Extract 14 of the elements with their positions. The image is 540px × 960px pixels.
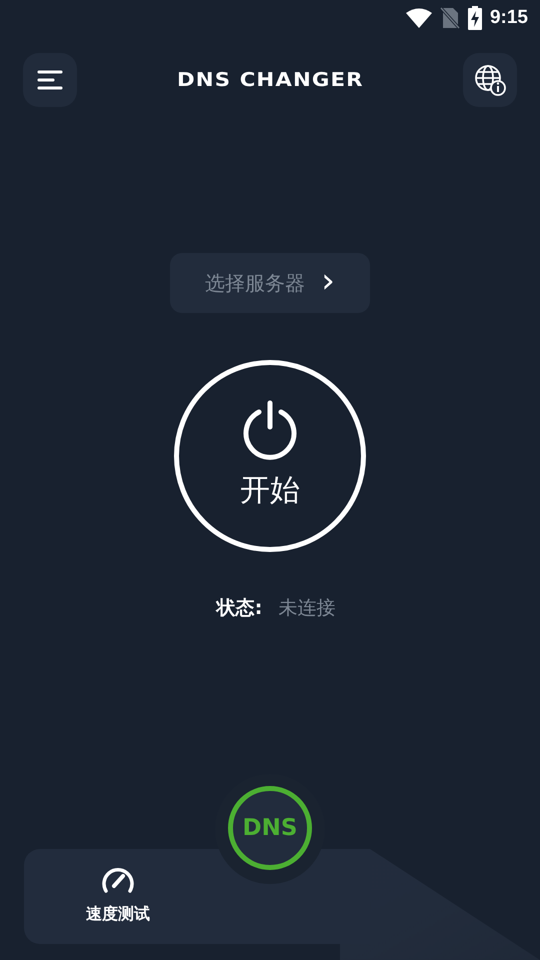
menu-button[interactable] (23, 53, 77, 107)
app-title: DNS CHANGER (176, 68, 364, 93)
clock-time: 9:15 (490, 6, 528, 30)
select-server-button[interactable]: 选择服务器 › (170, 253, 370, 313)
battery-charging-icon (468, 6, 482, 30)
status-label: 状态: (216, 596, 262, 621)
speed-test-tab[interactable]: 速度测试 (60, 864, 176, 926)
globe-info-icon (474, 64, 506, 96)
start-button[interactable]: 开始 (174, 360, 366, 552)
wifi-icon (406, 8, 432, 28)
dns-info-button[interactable] (462, 53, 517, 107)
menu-icon (37, 69, 63, 91)
status-value: 未连接 (278, 596, 336, 621)
no-sim-icon (440, 7, 460, 29)
